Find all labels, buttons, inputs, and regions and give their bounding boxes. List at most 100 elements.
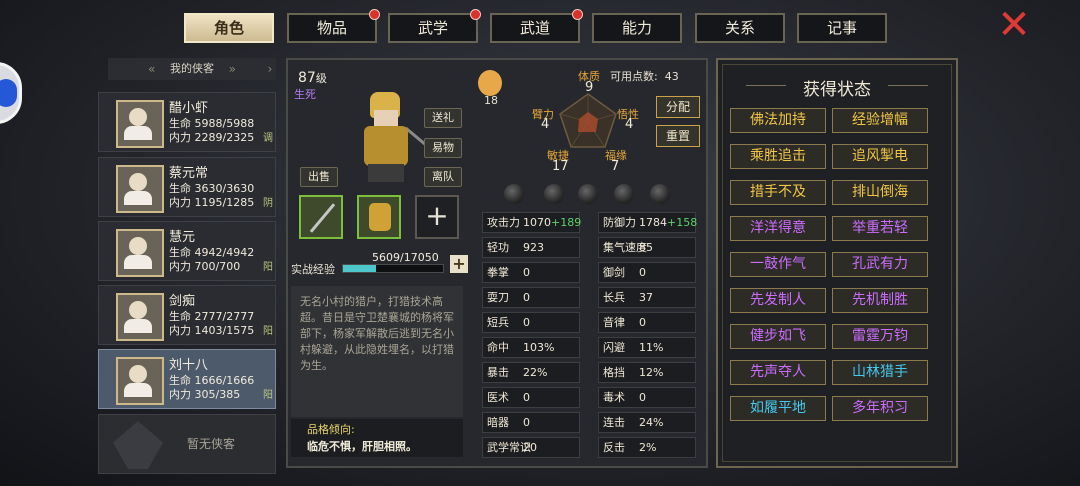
trait-box: 品格倾向: 临危不惧，肝胆相照。	[291, 419, 463, 457]
member-mp: 内力 2289/2325	[169, 131, 255, 144]
stat-value: 0	[523, 391, 530, 404]
roster-card[interactable]: 蔡元常 生命 3630/3630 内力 1195/1285 阴	[98, 157, 276, 217]
status-badge[interactable]: 如履平地	[730, 396, 826, 421]
tab-abilities[interactable]: 能力	[592, 13, 682, 43]
stat-row: 轻功 923	[482, 237, 580, 258]
status-badge[interactable]: 佛法加持	[730, 108, 826, 133]
status-badge[interactable]: 乘胜追击	[730, 144, 826, 169]
stat-row: 耍刀 0	[482, 287, 580, 308]
attr-value: 17	[552, 159, 569, 174]
stat-value: 923	[523, 241, 544, 254]
member-mp: 内力 700/700	[169, 260, 241, 273]
status-badge[interactable]: 山林猎手	[832, 360, 928, 385]
stat-value: 20	[523, 441, 537, 454]
stat-value: 2%	[639, 441, 657, 454]
status-badge[interactable]: 孔武有力	[832, 252, 928, 277]
status-badge[interactable]: 先机制胜	[832, 288, 928, 313]
leave-party-button[interactable]: 离队	[424, 167, 462, 187]
stat-value: 0	[523, 266, 530, 279]
spear-icon	[309, 203, 336, 233]
stat-value: 0	[523, 291, 530, 304]
stat-label: 武学常识	[487, 441, 531, 454]
trade-button[interactable]: 易物	[424, 138, 462, 158]
avatar	[116, 293, 164, 341]
roster-next-icon[interactable]: ›	[262, 58, 278, 80]
tab-journal[interactable]: 记事	[797, 13, 887, 43]
tab-items[interactable]: 物品	[287, 9, 380, 43]
stat-label: 连击	[603, 416, 625, 429]
stat-row: 反击 2%	[598, 437, 696, 458]
status-badge[interactable]: 一鼓作气	[730, 252, 826, 277]
notification-dot	[572, 9, 583, 20]
add-exp-button[interactable]: +	[450, 255, 468, 273]
accessory-slot[interactable]: +	[415, 195, 459, 239]
orb-icon	[650, 184, 670, 204]
status-badge[interactable]: 追风掣电	[832, 144, 928, 169]
status-badge[interactable]: 健步如飞	[730, 324, 826, 349]
stat-value: 85	[639, 241, 653, 254]
status-badge[interactable]: 经验增幅	[832, 108, 928, 133]
roster-title: 我的侠客	[170, 62, 214, 75]
orb-icon	[578, 184, 598, 204]
tab-martial-path[interactable]: 武道	[490, 9, 583, 43]
stat-row: 命中 103%	[482, 337, 580, 358]
chevron-right-icon: »	[228, 62, 236, 76]
stat-row: 闪避 11%	[598, 337, 696, 358]
member-mp: 内力 305/385	[169, 388, 241, 401]
stat-label: 拳掌	[487, 266, 509, 279]
member-mp: 内力 1195/1285	[169, 196, 255, 209]
sell-button[interactable]: 出售	[300, 167, 338, 187]
status-badge[interactable]: 措手不及	[730, 180, 826, 205]
status-badge[interactable]: 排山倒海	[832, 180, 928, 205]
floating-assist-button[interactable]	[0, 62, 22, 124]
stat-label: 暗器	[487, 416, 509, 429]
roster-card[interactable]: 慧元 生命 4942/4942 内力 700/700 阳	[98, 221, 276, 281]
member-tag: 阴	[263, 198, 273, 209]
status-badge[interactable]: 洋洋得意	[730, 216, 826, 241]
avatar	[116, 100, 164, 148]
assign-button[interactable]: 分配	[656, 96, 700, 118]
walking-figure-icon	[478, 70, 502, 96]
exp-value: 5609/17050	[372, 251, 439, 264]
trait-text: 临危不惧，肝胆相照。	[307, 440, 417, 453]
armor-slot[interactable]	[357, 195, 401, 239]
orb-icon	[614, 184, 634, 204]
roster-card[interactable]: 剑痴 生命 2777/2777 内力 1403/1575 阳	[98, 285, 276, 345]
stat-value: 22%	[523, 366, 548, 379]
member-name: 醋小虾	[169, 101, 209, 116]
stat-row: 武学常识20	[482, 437, 580, 458]
stat-value: 0	[639, 391, 646, 404]
close-icon[interactable]: ✕	[996, 5, 1032, 45]
stat-label: 防御力	[603, 216, 636, 229]
life-status: 生死	[294, 88, 316, 101]
gift-button[interactable]: 送礼	[424, 108, 462, 128]
status-badge[interactable]: 雷霆万钧	[832, 324, 928, 349]
status-badge[interactable]: 多年积习	[832, 396, 928, 421]
reset-button[interactable]: 重置	[656, 125, 700, 147]
stat-row: 长兵 37	[598, 287, 696, 308]
chevron-left-icon: «	[148, 62, 156, 76]
stat-value: 0	[523, 416, 530, 429]
weapon-slot[interactable]	[299, 195, 343, 239]
stat-label: 攻击力	[487, 216, 520, 229]
roster-card[interactable]: 醋小虾 生命 5988/5988 内力 2289/2325 调	[98, 92, 276, 152]
stat-row: 拳掌 0	[482, 262, 580, 283]
status-badge[interactable]: 举重若轻	[832, 216, 928, 241]
stat-value: 24%	[639, 416, 664, 429]
status-badge[interactable]: 先声夺人	[730, 360, 826, 385]
stat-row: 暗器 0	[482, 412, 580, 433]
member-name: 刘十八	[169, 358, 209, 373]
member-tag: 阳	[263, 326, 273, 337]
stat-row: 暴击 22%	[482, 362, 580, 383]
roster-card-selected[interactable]: 刘十八 生命 1666/1666 内力 305/385 阳	[98, 349, 276, 409]
tab-relations[interactable]: 关系	[695, 13, 785, 43]
member-name: 慧元	[169, 230, 196, 245]
tab-martial-arts[interactable]: 武学	[388, 9, 481, 43]
stat-row: 格挡 12%	[598, 362, 696, 383]
status-badge[interactable]: 先发制人	[730, 288, 826, 313]
member-tag: 阳	[263, 390, 273, 401]
tab-character[interactable]: 角色	[184, 13, 274, 43]
stat-label: 命中	[487, 341, 509, 354]
stat-row: 御剑 0	[598, 262, 696, 283]
member-mp: 内力 1403/1575	[169, 324, 255, 337]
